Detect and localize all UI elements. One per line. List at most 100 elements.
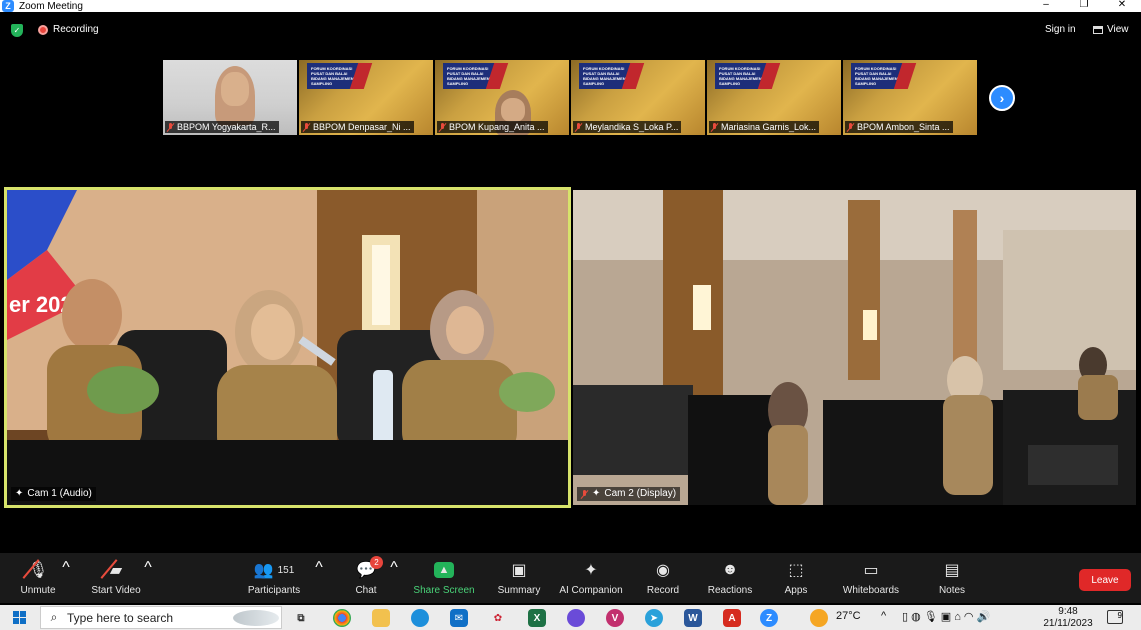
participant-name-tag: BPOM Ambon_Sinta ... [845, 121, 953, 133]
mic-muted-icon [847, 122, 854, 132]
notes-button[interactable]: ▤ Notes [912, 559, 992, 596]
participant-thumbnail[interactable]: FORUM KOORDINASI PUSAT DAN BALAI BIDANG … [299, 60, 433, 135]
search-highlight-image [233, 610, 279, 626]
tile-label: ✦ Cam 1 (Audio) [11, 487, 96, 501]
zoom-taskbar-icon[interactable]: Z [760, 609, 778, 627]
minimize-button[interactable]: – [1027, 0, 1065, 10]
task-view-icon[interactable]: ⧉ [292, 609, 310, 627]
participant-thumbnail[interactable]: BBPOM Yogyakarta_R... [163, 60, 297, 135]
mic-muted-icon [167, 122, 174, 132]
whiteboards-label: Whiteboards [842, 585, 900, 596]
search-icon: ⌕ [50, 610, 58, 624]
participant-name: Mariasina Garnis_Lok... [721, 122, 817, 132]
acrobat-icon[interactable]: A [723, 609, 741, 627]
file-explorer-icon[interactable] [372, 609, 390, 627]
recording-label[interactable]: Recording [53, 24, 99, 35]
copilot-icon[interactable] [567, 609, 585, 627]
excel-icon[interactable]: X [528, 609, 546, 627]
share-screen-button[interactable]: ▲ Share Screen [404, 559, 484, 596]
audio-options-caret[interactable]: ^ [61, 559, 71, 577]
unmute-label: Unmute [20, 585, 56, 596]
video-tile-cam2[interactable]: ✦ Cam 2 (Display) [573, 190, 1136, 505]
chat-label: Chat [355, 585, 377, 596]
participant-name: Meylandika S_Loka P... [585, 122, 679, 132]
start-video-label: Start Video [91, 585, 141, 596]
security-shield-icon[interactable]: ✓ [11, 24, 23, 37]
participant-thumbnail[interactable]: FORUM KOORDINASI PUSAT DAN BALAI BIDANG … [843, 60, 977, 135]
participants-options-caret[interactable]: ^ [314, 559, 324, 577]
participant-thumbnail[interactable]: FORUM KOORDINASI PUSAT DAN BALAI BIDANG … [571, 60, 705, 135]
edge-icon[interactable] [411, 609, 429, 627]
clock-time: 9:48 [1058, 606, 1078, 617]
notification-count: 9 [1117, 611, 1122, 620]
windows-start-icon[interactable] [13, 611, 26, 624]
taskbar-search-box[interactable]: ⌕ Type here to search [40, 606, 282, 629]
restore-button[interactable]: ❐ [1065, 0, 1103, 10]
tray-chevron-icon[interactable]: ^ [881, 610, 886, 622]
ai-companion-button[interactable]: ✦ AI Companion [551, 559, 631, 596]
apps-button[interactable]: ⬚ Apps [756, 559, 836, 596]
participant-name-tag: BPOM Kupang_Anita ... [437, 121, 548, 133]
tile-name: Cam 2 (Display) [604, 488, 677, 499]
meeting-toolbar: 🎙 Unmute ^ ▰ Start Video ^ 👥 151 Particip… [0, 553, 1141, 603]
weather-icon[interactable] [810, 609, 828, 627]
word-icon[interactable]: W [684, 609, 702, 627]
chat-options-caret[interactable]: ^ [389, 559, 399, 577]
pin-icon: ✦ [15, 488, 24, 499]
clock-date: 21/11/2023 [1043, 618, 1093, 629]
participant-name: BBPOM Denpasar_Ni ... [313, 122, 411, 132]
cam1-video-feed: er 202 [7, 190, 568, 505]
notification-center-icon[interactable]: 9 [1107, 610, 1123, 624]
summary-button[interactable]: ▣ Summary [479, 559, 559, 596]
tray-icons[interactable]: ▯ ◍ 🎙 ▣ ⌂ ◠ 🔊 [902, 610, 990, 623]
view-grid-icon [1093, 25, 1103, 34]
tile-name: Cam 1 (Audio) [27, 488, 92, 499]
smiley-icon: ☻ [721, 561, 739, 578]
leave-button[interactable]: Leave [1079, 569, 1131, 591]
notes-label: Notes [938, 585, 966, 596]
mic-muted-icon [575, 122, 582, 132]
chrome-icon[interactable] [333, 609, 351, 627]
record-label: Record [646, 585, 680, 596]
mail-icon[interactable]: ✉ [450, 609, 468, 627]
participants-button[interactable]: 👥 151 Participants [234, 559, 314, 596]
share-screen-icon: ▲ [434, 562, 454, 578]
windows-taskbar: ⌕ Type here to search ⧉ ✉ ✿ X V ➤ W A Z … [0, 605, 1141, 630]
participant-face [221, 72, 249, 106]
chat-badge: 2 [370, 556, 383, 569]
next-page-button[interactable]: › [989, 85, 1015, 111]
chevron-right-icon: › [999, 90, 1005, 106]
whiteboards-button[interactable]: ▭ Whiteboards [831, 559, 911, 596]
participants-icon: 👥 151 [253, 562, 295, 579]
participant-face [501, 98, 525, 122]
zoom-logo-icon: Z [2, 0, 14, 12]
cam2-video-feed [573, 190, 1136, 505]
meeting-top-bar: ✓ Recording Sign in View [0, 14, 1141, 46]
mic-muted-icon [303, 122, 310, 132]
close-button[interactable]: ✕ [1103, 0, 1141, 10]
share-screen-label: Share Screen [413, 585, 475, 596]
vivaldi-icon[interactable]: V [606, 609, 624, 627]
tile-label: ✦ Cam 2 (Display) [577, 487, 681, 501]
participant-name-tag: Meylandika S_Loka P... [573, 121, 682, 133]
view-button[interactable]: View [1093, 24, 1129, 35]
search-placeholder: Type here to search [67, 610, 174, 625]
whiteboard-icon: ▭ [863, 562, 879, 579]
participant-thumbnail-strip: BBPOM Yogyakarta_R... FORUM KOORDINASI P… [163, 60, 977, 135]
telegram-icon[interactable]: ➤ [645, 609, 663, 627]
window-title-bar: Z Zoom Meeting – ❐ ✕ [0, 0, 1141, 12]
weather-temp[interactable]: 27°C [836, 610, 861, 622]
taskbar-clock[interactable]: 9:48 21/11/2023 [1040, 606, 1096, 630]
pin-icon: ✦ [592, 488, 601, 499]
participant-thumbnail[interactable]: FORUM KOORDINASI PUSAT DAN BALAI BIDANG … [435, 60, 569, 135]
notes-icon: ▤ [944, 562, 960, 579]
participants-count: 151 [277, 564, 295, 576]
video-options-caret[interactable]: ^ [143, 559, 153, 577]
apps-label: Apps [784, 585, 808, 596]
sign-in-button[interactable]: Sign in [1045, 24, 1076, 35]
participant-name-tag: Mariasina Garnis_Lok... [709, 121, 820, 133]
participant-thumbnail[interactable]: FORUM KOORDINASI PUSAT DAN BALAI BIDANG … [707, 60, 841, 135]
network-app-icon[interactable]: ✿ [489, 609, 507, 627]
summary-icon: ▣ [511, 562, 527, 579]
video-tile-cam1[interactable]: er 202 ✦ Cam 1 (Audio) [4, 187, 571, 508]
